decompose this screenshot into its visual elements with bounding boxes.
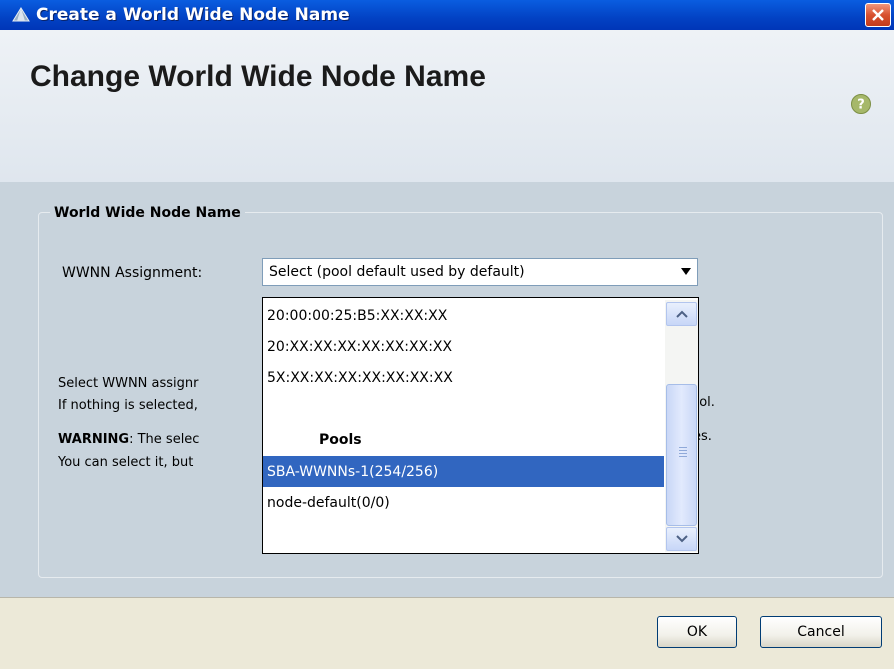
dropdown-option[interactable]: 5X:XX:XX:XX:XX:XX:XX:XX bbox=[263, 362, 664, 393]
pool-option[interactable]: node-default(0/0) bbox=[263, 487, 664, 518]
page-title: Change World Wide Node Name bbox=[30, 60, 486, 93]
scroll-thumb[interactable] bbox=[666, 384, 697, 526]
help-text-line-2: If nothing is selected, bbox=[58, 398, 198, 413]
pyramid-icon bbox=[12, 7, 30, 22]
scroll-up-button[interactable] bbox=[666, 302, 697, 326]
close-button[interactable] bbox=[865, 3, 891, 27]
warning-text-line: WARNING: The selec bbox=[58, 429, 199, 451]
chevron-down-icon bbox=[675, 535, 688, 543]
scroll-down-button[interactable] bbox=[666, 527, 697, 551]
help-text-line-1: Select WWNN assignr bbox=[58, 376, 199, 391]
help-icon[interactable]: ? bbox=[850, 93, 872, 115]
ok-button[interactable]: OK bbox=[657, 616, 737, 648]
select-value: Select (pool default used by default) bbox=[269, 264, 525, 280]
chevron-down-icon[interactable] bbox=[681, 268, 691, 275]
pool-option-selected[interactable]: SBA-WWNNs-1(254/256) bbox=[263, 456, 664, 487]
window-title: Create a World Wide Node Name bbox=[36, 5, 350, 25]
dropdown-scrollbar[interactable] bbox=[665, 300, 698, 552]
wwnn-dropdown-list[interactable]: 20:00:00:25:B5:XX:XX:XX 20:XX:XX:XX:XX:X… bbox=[262, 297, 699, 554]
cancel-button[interactable]: Cancel bbox=[760, 616, 882, 648]
group-title: World Wide Node Name bbox=[50, 205, 245, 221]
footer-bar: OK Cancel bbox=[0, 597, 894, 669]
content-panel: World Wide Node Name WWNN Assignment: Se… bbox=[0, 182, 894, 597]
pools-group-header: Pools bbox=[319, 432, 362, 448]
title-bar: Create a World Wide Node Name bbox=[0, 0, 894, 30]
svg-text:?: ? bbox=[857, 98, 865, 113]
grip-icon bbox=[679, 447, 687, 459]
dropdown-option[interactable]: 20:XX:XX:XX:XX:XX:XX:XX bbox=[263, 331, 664, 362]
help-text-line-4: You can select it, but bbox=[58, 455, 194, 470]
warning-label: WARNING bbox=[58, 432, 130, 447]
header-panel bbox=[0, 30, 894, 182]
wwnn-assignment-label: WWNN Assignment: bbox=[62, 265, 203, 281]
warning-text: : The selec bbox=[129, 432, 200, 447]
dropdown-option[interactable]: 20:00:00:25:B5:XX:XX:XX bbox=[263, 300, 664, 331]
wwnn-assignment-select[interactable]: Select (pool default used by default) bbox=[262, 258, 698, 286]
close-icon bbox=[872, 9, 884, 21]
chevron-up-icon bbox=[675, 310, 688, 318]
